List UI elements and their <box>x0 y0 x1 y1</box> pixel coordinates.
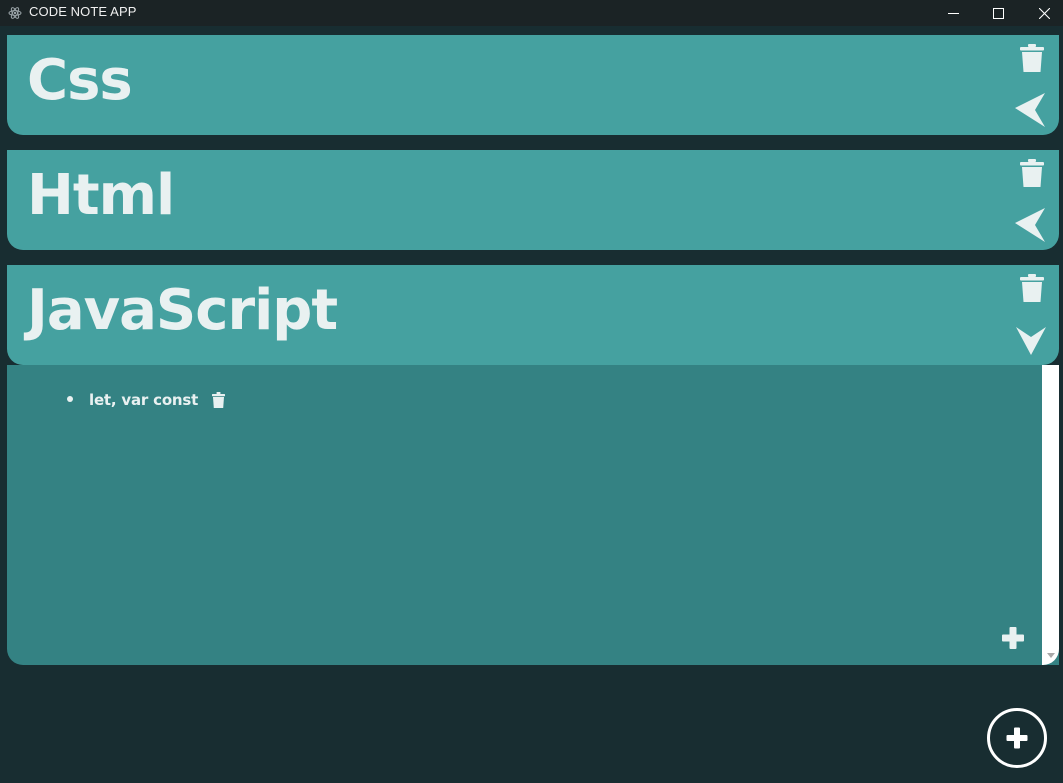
scroll-down-icon[interactable] <box>1047 653 1055 658</box>
list-item: let, var const <box>63 390 226 410</box>
window-titlebar: CODE NOTE APP <box>0 0 1063 26</box>
window-title: CODE NOTE APP <box>29 4 137 19</box>
note-list: let, var const <box>63 390 226 410</box>
arrow-down-icon[interactable] <box>1015 325 1047 359</box>
maximize-icon <box>992 7 1004 19</box>
category-card-javascript[interactable]: JavaScript <box>7 265 1059 365</box>
arrow-left-icon[interactable] <box>1015 93 1047 127</box>
category-card-html[interactable]: Html <box>7 150 1059 250</box>
maximize-button[interactable] <box>975 0 1021 26</box>
plus-icon[interactable] <box>1001 626 1025 650</box>
category-card-css[interactable]: Css <box>7 35 1059 135</box>
category-notes-panel: let, var const <box>7 365 1059 665</box>
bullet <box>67 396 73 402</box>
scrollbar[interactable] <box>1042 365 1059 665</box>
arrow-left-icon[interactable] <box>1015 208 1047 242</box>
minimize-button[interactable] <box>930 0 976 26</box>
trash-icon[interactable] <box>1020 159 1044 187</box>
category-title: JavaScript <box>27 278 338 343</box>
close-button[interactable] <box>1021 0 1063 26</box>
trash-icon[interactable] <box>1020 44 1044 72</box>
minimize-icon <box>947 12 959 14</box>
add-category-button[interactable] <box>987 708 1047 768</box>
trash-icon[interactable] <box>212 392 226 408</box>
note-text: let, var const <box>89 391 199 409</box>
trash-icon[interactable] <box>1020 274 1044 302</box>
atom-icon <box>8 7 22 19</box>
category-title: Html <box>27 163 175 228</box>
close-icon <box>1038 7 1050 19</box>
category-title: Css <box>27 48 133 113</box>
plus-circle-icon <box>1006 727 1028 749</box>
